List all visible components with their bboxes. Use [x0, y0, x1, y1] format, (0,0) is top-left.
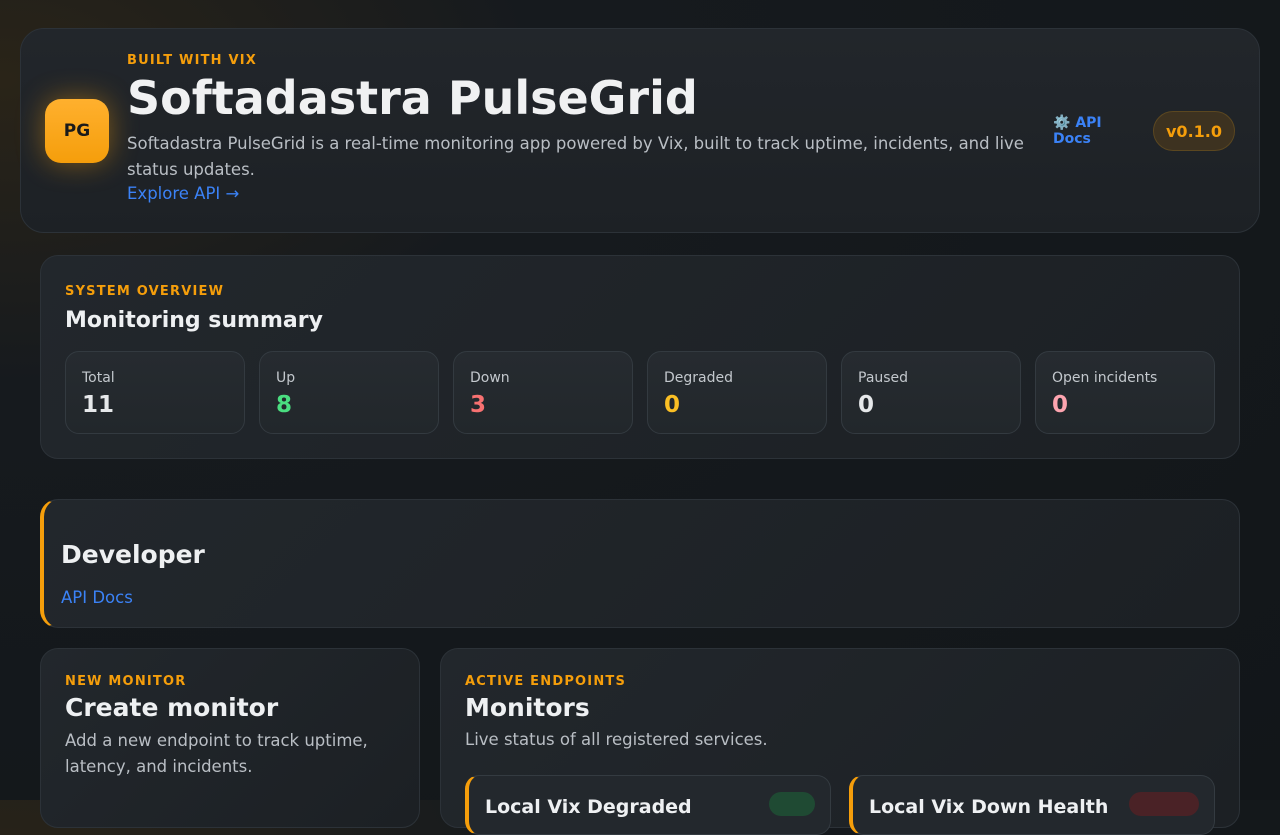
stat-total: Total 11: [65, 351, 245, 434]
developer-title: Developer: [61, 540, 205, 569]
create-eyebrow: NEW MONITOR: [65, 674, 187, 689]
create-monitor-card: NEW MONITOR Create monitor Add a new end…: [40, 648, 420, 828]
stat-value: 0: [664, 392, 681, 418]
monitor-name: Local Vix Down Health: [869, 796, 1109, 818]
stat-label: Open incidents: [1052, 370, 1158, 386]
monitor-name: Local Vix Degraded: [485, 796, 692, 818]
status-badge: [769, 792, 815, 816]
app-header: PG BUILT WITH VIX Softadastra PulseGrid …: [20, 28, 1260, 233]
create-subtitle: Add a new endpoint to track uptime, late…: [65, 731, 368, 776]
monitor-card[interactable]: Local Vix Down Health: [849, 775, 1215, 835]
overview-eyebrow: SYSTEM OVERVIEW: [65, 284, 225, 299]
app-logo: PG: [45, 99, 109, 163]
stat-degraded: Degraded 0: [647, 351, 827, 434]
stat-value: 0: [858, 392, 875, 418]
stat-open-incidents: Open incidents 0: [1035, 351, 1215, 434]
stat-paused: Paused 0: [841, 351, 1021, 434]
monitors-card: ACTIVE ENDPOINTS Monitors Live status of…: [440, 648, 1240, 835]
stat-label: Up: [276, 370, 296, 386]
monitor-card[interactable]: Local Vix Degraded: [465, 775, 831, 835]
monitors-subtitle: Live status of all registered services.: [465, 730, 768, 749]
api-docs-header-link[interactable]: ⚙️ API Docs: [1053, 115, 1123, 147]
overview-title: Monitoring summary: [65, 308, 323, 333]
system-overview-card: SYSTEM OVERVIEW Monitoring summary Total…: [40, 255, 1240, 459]
create-title: Create monitor: [65, 693, 279, 722]
status-badge: [1129, 792, 1199, 816]
monitors-title: Monitors: [465, 693, 590, 722]
stat-label: Total: [82, 370, 115, 386]
monitors-eyebrow: ACTIVE ENDPOINTS: [465, 674, 627, 689]
developer-card: Developer API Docs: [40, 499, 1240, 628]
header-eyebrow: BUILT WITH VIX: [127, 53, 257, 68]
stat-value: 3: [470, 392, 487, 418]
stat-down: Down 3: [453, 351, 633, 434]
page-title: Softadastra PulseGrid: [127, 71, 698, 125]
stat-label: Down: [470, 370, 510, 386]
gear-icon: ⚙️: [1053, 115, 1071, 131]
stat-label: Degraded: [664, 370, 734, 386]
stat-value: 11: [82, 392, 115, 418]
stat-value: 0: [1052, 392, 1069, 418]
stat-value: 8: [276, 392, 293, 418]
developer-api-docs-link[interactable]: API Docs: [61, 588, 133, 607]
stat-label: Paused: [858, 370, 909, 386]
version-badge: v0.1.0: [1153, 111, 1235, 151]
app-description: Softadastra PulseGrid is a real-time mon…: [127, 134, 1024, 179]
explore-api-link[interactable]: Explore API →: [127, 184, 239, 203]
stat-up: Up 8: [259, 351, 439, 434]
